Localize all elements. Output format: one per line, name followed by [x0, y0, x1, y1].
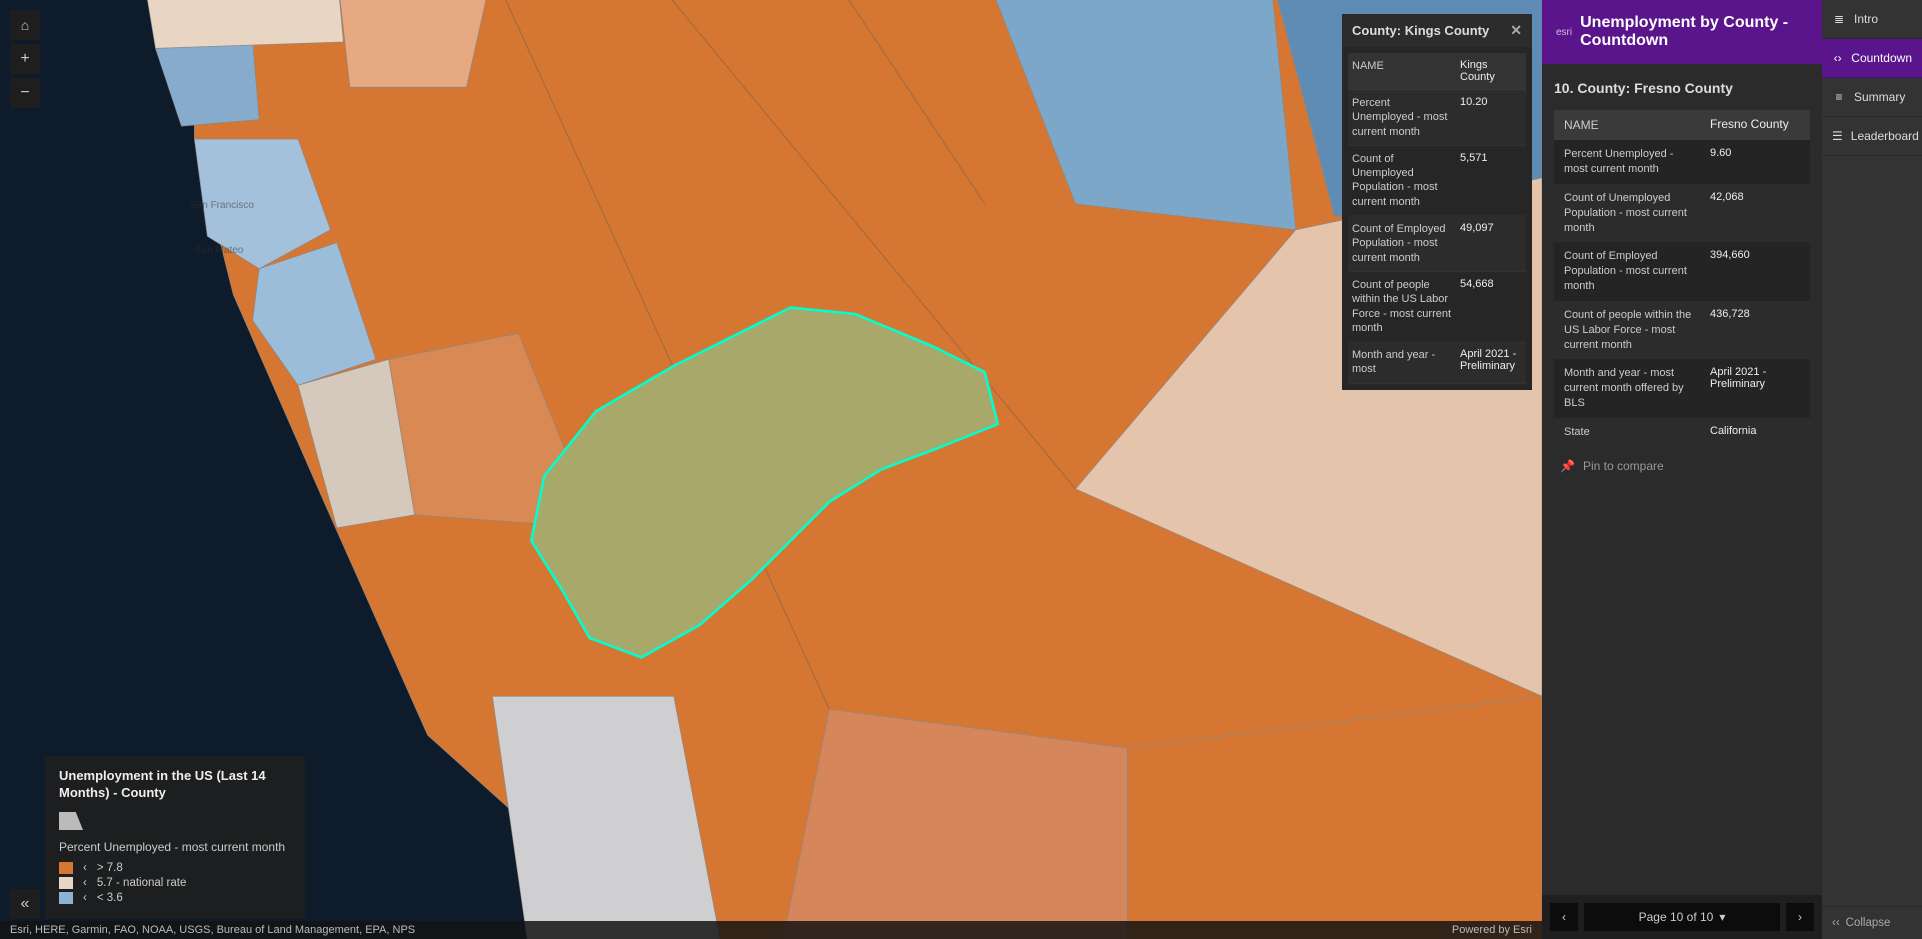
legend-layer-icon	[59, 812, 83, 830]
expand-panel-button[interactable]: «	[10, 889, 40, 919]
table-row: Month and year - most current month offe…	[1554, 359, 1810, 418]
map-label-san-francisco: San Francisco	[190, 200, 254, 211]
chevron-down-icon: ▾	[1719, 910, 1725, 924]
side-panel: esri Unemployment by County - Countdown …	[1542, 0, 1822, 939]
pin-icon: 📌	[1560, 459, 1575, 473]
intro-icon: ≣	[1832, 12, 1846, 26]
popup-row: Percent Unemployed - most current month1…	[1348, 90, 1526, 146]
popup-row: Count of Unemployed Population - most cu…	[1348, 146, 1526, 216]
map-area[interactable]: San Francisco San Mateo ⌂ + − « Unemploy…	[0, 0, 1542, 939]
popup-row: Count of Employed Population - most curr…	[1348, 216, 1526, 272]
map-controls: ⌂ + −	[10, 10, 40, 108]
legend-subtitle: Percent Unemployed - most current month	[59, 840, 291, 854]
map-attribution: Esri, HERE, Garmin, FAO, NOAA, USGS, Bur…	[0, 921, 1542, 939]
table-row: Count of Employed Population - most curr…	[1554, 242, 1810, 301]
attribution-powered-by: Powered by Esri	[1452, 924, 1532, 936]
collapse-tabs-button[interactable]: ‹‹ Collapse	[1822, 906, 1922, 939]
table-row: NAMEFresno County	[1554, 110, 1810, 140]
popup-body[interactable]: NAMEKings County Percent Unemployed - mo…	[1342, 47, 1532, 390]
app-root: San Francisco San Mateo ⌂ + − « Unemploy…	[0, 0, 1922, 939]
countdown-content: 10. County: Fresno County NAMEFresno Cou…	[1542, 64, 1822, 895]
popup-header: County: Kings County ✕	[1342, 14, 1532, 47]
zoom-in-button[interactable]: +	[10, 44, 40, 74]
pin-to-compare-button[interactable]: 📌 Pin to compare	[1554, 447, 1810, 485]
popup-row: Month and year - mostApril 2021 - Prelim…	[1348, 342, 1526, 384]
county-popup: County: Kings County ✕ NAMEKings County …	[1342, 14, 1532, 390]
attribution-sources: Esri, HERE, Garmin, FAO, NOAA, USGS, Bur…	[10, 924, 415, 936]
table-row: Percent Unemployed - most current month9…	[1554, 140, 1810, 184]
tab-summary[interactable]: ≡ Summary	[1822, 78, 1922, 117]
zoom-out-button[interactable]: −	[10, 78, 40, 108]
pager-prev-button[interactable]: ‹	[1550, 903, 1578, 931]
page-title: Unemployment by County - Countdown	[1580, 14, 1808, 50]
home-button[interactable]: ⌂	[10, 10, 40, 40]
tab-countdown[interactable]: ‹› Countdown	[1822, 39, 1922, 78]
pager: ‹ Page 10 of 10▾ ›	[1542, 895, 1822, 939]
countdown-table: NAMEFresno County Percent Unemployed - m…	[1554, 110, 1810, 447]
countdown-icon: ‹›	[1832, 51, 1843, 65]
pager-dropdown[interactable]: Page 10 of 10▾	[1584, 903, 1780, 931]
nav-tabs: ≣ Intro ‹› Countdown ≡ Summary ☰ Leaderb…	[1822, 0, 1922, 939]
countdown-item-title: 10. County: Fresno County	[1554, 76, 1810, 100]
map-label-san-mateo: San Mateo	[195, 245, 243, 256]
table-row: Count of people within the US Labor Forc…	[1554, 301, 1810, 360]
summary-icon: ≡	[1832, 90, 1846, 104]
popup-row: Count of people within the US Labor Forc…	[1348, 272, 1526, 342]
popup-title: County: Kings County	[1352, 23, 1489, 38]
table-row: StateCalifornia	[1554, 418, 1810, 447]
side-header: esri Unemployment by County - Countdown	[1542, 0, 1822, 64]
close-icon[interactable]: ✕	[1510, 22, 1522, 39]
popup-row: NAMEKings County	[1348, 53, 1526, 90]
legend-panel: Unemployment in the US (Last 14 Months) …	[45, 756, 305, 919]
legend-item-high: ‹ > 7.8	[59, 862, 291, 874]
chevron-left-icon: ‹‹	[1832, 917, 1840, 929]
tab-intro[interactable]: ≣ Intro	[1822, 0, 1922, 39]
legend-item-mid: ‹ 5.7 - national rate	[59, 877, 291, 889]
legend-title: Unemployment in the US (Last 14 Months) …	[59, 768, 291, 802]
table-row: Count of Unemployed Population - most cu…	[1554, 184, 1810, 243]
legend-item-low: ‹ < 3.6	[59, 892, 291, 904]
esri-logo: esri	[1556, 27, 1572, 38]
leaderboard-icon: ☰	[1832, 129, 1843, 143]
pager-next-button[interactable]: ›	[1786, 903, 1814, 931]
tab-leaderboard[interactable]: ☰ Leaderboard	[1822, 117, 1922, 156]
